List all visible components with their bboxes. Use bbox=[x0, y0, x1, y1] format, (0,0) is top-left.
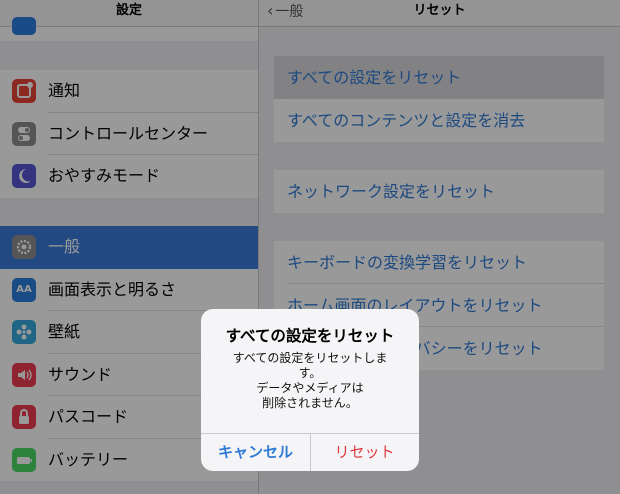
alert-title: すべての設定をリセット bbox=[225, 327, 395, 345]
alert-message-line: 削除されません。 bbox=[262, 396, 358, 410]
alert-message: すべての設定をリセットしま す。 データやメディアは 削除されません。 bbox=[211, 351, 409, 411]
alert-buttons: キャンセル リセット bbox=[201, 433, 419, 471]
alert-message-line: す。 bbox=[298, 366, 322, 380]
alert-message-line: データやメディアは bbox=[256, 381, 364, 395]
cancel-button[interactable]: キャンセル bbox=[201, 434, 310, 471]
reset-confirm-alert: すべての設定をリセット すべての設定をリセットしま す。 データやメディアは 削… bbox=[201, 309, 419, 471]
reset-button[interactable]: リセット bbox=[310, 434, 419, 471]
alert-message-line: すべての設定をリセットしま bbox=[232, 351, 388, 365]
